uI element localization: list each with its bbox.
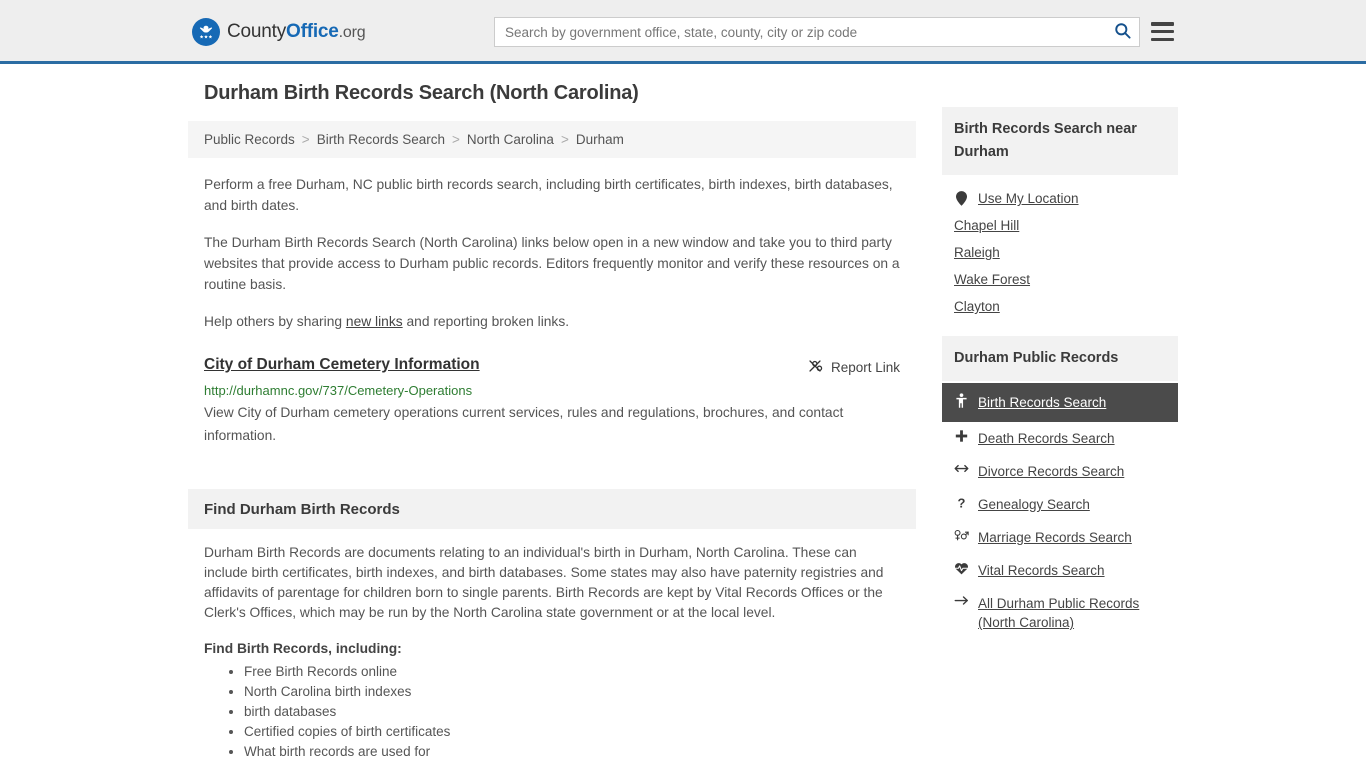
share-text-before: Help others by sharing — [204, 314, 346, 329]
baby-child-icon — [954, 393, 969, 408]
sidebar: Birth Records Search near Durham Use My … — [942, 107, 1178, 651]
birth-records-search-link[interactable]: Birth Records Search — [978, 393, 1106, 412]
sidebar-item-raleigh[interactable]: Raleigh — [942, 239, 1178, 266]
near-search-list: Use My Location Chapel Hill Raleigh Wake… — [942, 175, 1178, 324]
intro-paragraph-3: Help others by sharing new links and rep… — [204, 311, 900, 332]
hamburger-bar — [1151, 37, 1174, 41]
sidebar-item-genealogy-search[interactable]: ? Genealogy Search — [942, 488, 1178, 521]
search-button[interactable] — [1105, 18, 1139, 46]
list-item: Certified copies of birth certificates — [244, 722, 900, 742]
breadcrumb-item-public-records[interactable]: Public Records — [204, 132, 295, 147]
find-records-subheading: Find Birth Records, including: — [204, 641, 402, 656]
breadcrumb-separator: > — [560, 132, 569, 147]
hamburger-bar — [1151, 22, 1174, 26]
site-header: CountyOffice.org — [0, 0, 1366, 64]
wake-forest-link[interactable]: Wake Forest — [954, 272, 1030, 287]
find-records-heading: Find Durham Birth Records — [204, 500, 400, 518]
page-title: Durham Birth Records Search (North Carol… — [204, 82, 639, 104]
eagle-seal-icon — [192, 18, 220, 46]
find-records-bullet-list: Free Birth Records online North Carolina… — [204, 662, 900, 762]
question-mark-icon: ? — [954, 495, 969, 510]
list-item: birth databases — [244, 702, 900, 722]
public-records-list: Birth Records Search Death Records Searc… — [942, 381, 1178, 639]
divorce-records-search-link[interactable]: Divorce Records Search — [978, 462, 1124, 481]
logo-text-office: Office — [286, 21, 339, 42]
list-item: What birth records are used for — [244, 742, 900, 762]
sidebar-item-chapel-hill[interactable]: Chapel Hill — [942, 212, 1178, 239]
breadcrumb-separator: > — [301, 132, 310, 147]
logo-wordmark: CountyOffice.org — [227, 21, 366, 43]
raleigh-link[interactable]: Raleigh — [954, 245, 1000, 260]
list-item: North Carolina birth indexes — [244, 682, 900, 702]
breadcrumb: Public Records > Birth Records Search > … — [188, 121, 916, 158]
use-my-location-link[interactable]: Use My Location — [978, 191, 1079, 206]
search-bar — [494, 17, 1140, 47]
sidebar-item-divorce-records-search[interactable]: Divorce Records Search — [942, 455, 1178, 488]
site-logo[interactable]: CountyOffice.org — [192, 18, 366, 46]
public-records-card: Durham Public Records Birth Records Sear… — [942, 336, 1178, 639]
listing-header-row: City of Durham Cemetery Information Repo… — [204, 356, 900, 377]
sidebar-item-death-records-search[interactable]: Death Records Search — [942, 422, 1178, 455]
chapel-hill-link[interactable]: Chapel Hill — [954, 218, 1019, 233]
public-records-card-header: Durham Public Records — [942, 336, 1178, 381]
cross-plus-icon — [954, 429, 969, 443]
sidebar-item-birth-records-search[interactable]: Birth Records Search — [942, 383, 1178, 422]
find-records-section-header: Find Durham Birth Records — [188, 489, 916, 529]
death-records-search-link[interactable]: Death Records Search — [978, 429, 1115, 448]
breadcrumb-item-durham[interactable]: Durham — [576, 132, 624, 147]
report-link-button[interactable]: Report Link — [807, 356, 900, 377]
logo-text-org: .org — [338, 24, 366, 41]
hamburger-menu-icon[interactable] — [1151, 20, 1174, 43]
clayton-link[interactable]: Clayton — [954, 299, 1000, 314]
sidebar-item-wake-forest[interactable]: Wake Forest — [942, 266, 1178, 293]
vital-records-search-link[interactable]: Vital Records Search — [978, 561, 1105, 580]
near-search-heading: Birth Records Search near Durham — [954, 121, 1137, 160]
sidebar-item-vital-records-search[interactable]: Vital Records Search — [942, 554, 1178, 587]
breadcrumb-item-north-carolina[interactable]: North Carolina — [467, 132, 554, 147]
sidebar-item-all-durham-public-records[interactable]: All Durham Public Records (North Carolin… — [942, 587, 1178, 639]
sidebar-item-use-my-location[interactable]: Use My Location — [942, 185, 1178, 212]
sidebar-item-marriage-records-search[interactable]: Marriage Records Search — [942, 521, 1178, 554]
sidebar-item-clayton[interactable]: Clayton — [942, 293, 1178, 320]
page-body: Durham Birth Records Search (North Carol… — [0, 64, 1366, 762]
search-input[interactable] — [495, 18, 1105, 46]
listing-url: http://durhamnc.gov/737/Cemetery-Operati… — [204, 383, 473, 398]
near-search-card-header: Birth Records Search near Durham — [942, 107, 1178, 175]
public-records-heading: Durham Public Records — [954, 350, 1119, 366]
arrow-right-icon — [954, 594, 969, 607]
marriage-records-search-link[interactable]: Marriage Records Search — [978, 528, 1132, 547]
new-links-link[interactable]: new links — [346, 314, 403, 329]
find-records-body: Durham Birth Records are documents relat… — [204, 545, 884, 620]
breadcrumb-separator: > — [452, 132, 460, 147]
intro-paragraph-1: Perform a free Durham, NC public birth r… — [204, 177, 893, 213]
main-column: Durham Birth Records Search (North Carol… — [188, 82, 916, 762]
content-container: Durham Birth Records Search (North Carol… — [188, 82, 1178, 762]
all-durham-public-records-link[interactable]: All Durham Public Records (North Carolin… — [978, 594, 1166, 632]
listing-title-link[interactable]: City of Durham Cemetery Information — [204, 356, 480, 374]
breadcrumb-item-birth-records-search[interactable]: Birth Records Search — [317, 132, 445, 147]
heartbeat-heart-icon — [954, 561, 969, 575]
logo-text-county: County — [227, 21, 287, 42]
svg-text:?: ? — [958, 495, 966, 510]
venus-mars-icon — [954, 528, 969, 542]
report-link-label: Report Link — [830, 360, 900, 375]
result-listing: City of Durham Cemetery Information Repo… — [204, 356, 900, 447]
hamburger-bar — [1151, 29, 1174, 34]
intro-paragraph-2: The Durham Birth Records Search (North C… — [204, 235, 900, 292]
genealogy-search-link[interactable]: Genealogy Search — [978, 495, 1090, 514]
arrows-left-right-icon — [954, 462, 969, 475]
search-icon — [1113, 21, 1132, 43]
share-text-after: and reporting broken links. — [402, 314, 570, 329]
list-item: Free Birth Records online — [244, 662, 900, 682]
listing-description: View City of Durham cemetery operations … — [204, 405, 844, 443]
near-search-card: Birth Records Search near Durham Use My … — [942, 107, 1178, 324]
unlink-broken-chain-icon — [807, 358, 823, 377]
map-pin-icon — [954, 191, 969, 206]
